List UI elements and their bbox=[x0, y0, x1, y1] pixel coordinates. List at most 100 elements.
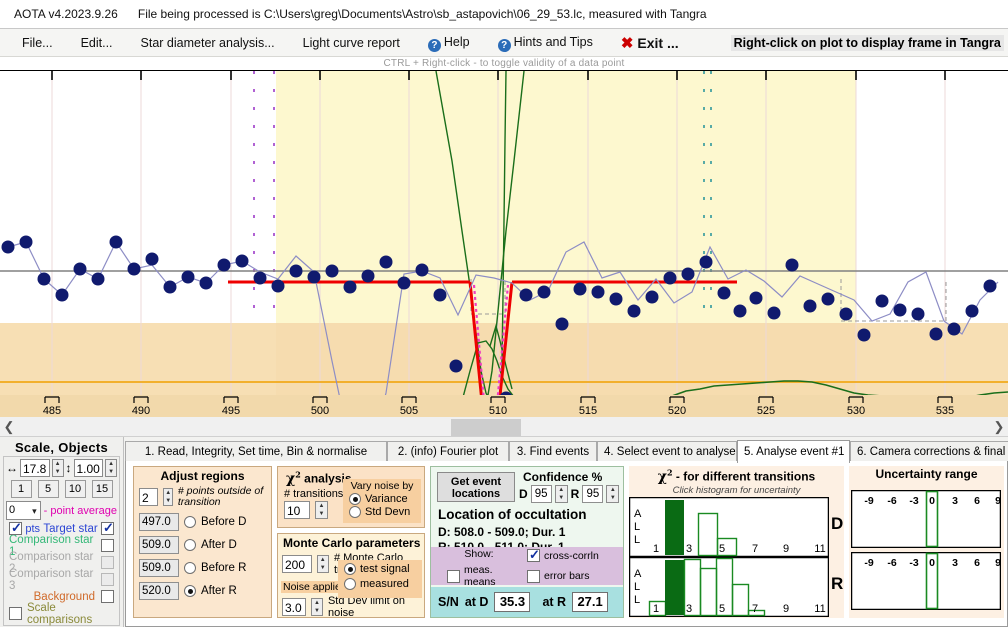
confidence-d-label: D bbox=[519, 487, 528, 501]
confidence-d-spinner[interactable]: ▲▼ bbox=[555, 485, 568, 503]
tab-read-integrity[interactable]: 1. Read, Integrity, Set time, Bin & norm… bbox=[125, 441, 387, 462]
menu-exit[interactable]: ✖Exit ... bbox=[613, 31, 687, 55]
std-dev-label: Std Dev limit on noise bbox=[328, 595, 424, 619]
comparison-star-1-checkbox[interactable] bbox=[101, 539, 114, 552]
variance-radio[interactable] bbox=[349, 493, 361, 505]
menu-edit[interactable]: Edit... bbox=[73, 33, 121, 53]
vary-noise-stddevn-row[interactable]: Std Devn bbox=[343, 505, 421, 518]
meas-means-checkbox[interactable] bbox=[447, 570, 460, 583]
ctrl-right-click-hint: CTRL + Right-click - to toggle validity … bbox=[0, 57, 1008, 70]
object-row-scale-comparisons[interactable]: Scale comparisons bbox=[6, 605, 117, 622]
points-outside-input[interactable]: 2 bbox=[139, 488, 158, 506]
uncertainty-histogram-R[interactable]: -9 -6 -3 0 3 6 9 bbox=[851, 552, 1001, 610]
test-signal-row[interactable]: test signal bbox=[338, 560, 422, 575]
chi2-hist-subtitle: Click histogram for uncertainty bbox=[629, 485, 844, 496]
target-star-checkbox[interactable] bbox=[101, 522, 114, 535]
scale-comparisons-checkbox[interactable] bbox=[9, 607, 22, 620]
error-bars-checkbox[interactable] bbox=[527, 570, 540, 583]
vary-noise-variance-row[interactable]: Variance bbox=[343, 492, 421, 505]
test-signal-label: test signal bbox=[360, 563, 410, 575]
mc-trials-input[interactable]: 200 bbox=[282, 555, 312, 573]
svg-text:5: 5 bbox=[719, 543, 725, 555]
mc-trials-spinner[interactable]: ▲▼ bbox=[317, 555, 329, 573]
confidence-d-input[interactable]: 95 bbox=[531, 485, 552, 503]
signal-to-noise-band: S/N at D 35.3 at R 27.1 bbox=[431, 587, 623, 617]
pts-checkbox[interactable] bbox=[9, 522, 22, 535]
measured-row[interactable]: measured bbox=[338, 575, 422, 590]
scale-row: ↔ 17.8 ▲▼ ↕ 1.00 ▲▼ bbox=[6, 459, 117, 477]
cross-corrln-checkbox[interactable] bbox=[527, 549, 540, 562]
meas-means-row[interactable]: meas. means bbox=[431, 564, 527, 588]
scroll-right-arrow[interactable]: ❯ bbox=[990, 419, 1008, 435]
tab-fourier-plot[interactable]: 2. (info) Fourier plot bbox=[387, 441, 509, 462]
menu-help[interactable]: ?Help bbox=[420, 32, 478, 53]
title-bar: AOTA v4.2023.9.26 File being processed i… bbox=[0, 0, 1008, 29]
tab-select-event[interactable]: 4. Select event to analyse bbox=[597, 441, 737, 462]
region-row-after-r[interactable]: 520.0 After R bbox=[134, 578, 271, 601]
before-r-radio[interactable] bbox=[184, 562, 196, 574]
after-d-value[interactable]: 509.0 bbox=[139, 536, 179, 554]
svg-text:6: 6 bbox=[974, 495, 980, 507]
menu-light-curve-report[interactable]: Light curve report bbox=[295, 33, 408, 53]
measured-radio[interactable] bbox=[344, 578, 356, 590]
monte-carlo-panel: Monte Carlo parameters 200 ▲▼ # Monte Ca… bbox=[277, 533, 425, 618]
zoom-btn-10[interactable]: 10 bbox=[65, 480, 86, 498]
std-dev-spinner[interactable]: ▲▼ bbox=[311, 598, 323, 616]
confidence-title: Confidence % bbox=[523, 470, 602, 484]
h-scale-spinner[interactable]: ▲▼ bbox=[52, 459, 64, 477]
svg-text:9: 9 bbox=[995, 495, 1001, 507]
zoom-btn-5[interactable]: 5 bbox=[38, 480, 59, 498]
background-checkbox[interactable] bbox=[101, 590, 114, 603]
confidence-r-spinner[interactable]: ▲▼ bbox=[606, 485, 619, 503]
after-d-radio[interactable] bbox=[184, 539, 196, 551]
before-d-value[interactable]: 497.0 bbox=[139, 513, 179, 531]
test-signal-radio[interactable] bbox=[344, 563, 356, 575]
light-curve-svg[interactable] bbox=[0, 71, 1008, 395]
std-dev-input[interactable]: 3.0 bbox=[282, 598, 306, 616]
uncertainty-histogram-D[interactable]: -9 -6 -3 0 3 6 9 bbox=[851, 490, 1001, 548]
horizontal-scrollbar[interactable]: ❮ ❯ bbox=[0, 417, 1008, 437]
location-d-line: D: 508.0 - 509.0; Dur. 1 bbox=[438, 525, 565, 539]
region-row-before-r[interactable]: 509.0 Before R bbox=[134, 555, 271, 578]
before-d-radio[interactable] bbox=[184, 516, 196, 528]
cross-corrln-row[interactable]: cross-corrln bbox=[527, 547, 599, 562]
confidence-row: D 95 ▲▼ R 95 ▲▼ bbox=[519, 485, 619, 503]
menu-file[interactable]: File... bbox=[14, 33, 61, 53]
confidence-r-input[interactable]: 95 bbox=[582, 485, 603, 503]
point-average-select[interactable]: 0 bbox=[6, 501, 41, 520]
svg-text:L: L bbox=[634, 594, 640, 606]
svg-text:520: 520 bbox=[668, 405, 686, 417]
location-of-occultation-title: Location of occultation bbox=[438, 507, 587, 522]
transitions-spinner[interactable]: ▲▼ bbox=[315, 501, 328, 519]
region-row-before-d[interactable]: 497.0 Before D bbox=[134, 509, 271, 532]
zoom-btn-15[interactable]: 15 bbox=[92, 480, 113, 498]
before-r-value[interactable]: 509.0 bbox=[139, 559, 179, 577]
v-scale-spinner[interactable]: ▲▼ bbox=[105, 459, 117, 477]
svg-text:-6: -6 bbox=[887, 495, 896, 507]
std-devn-radio[interactable] bbox=[349, 506, 361, 518]
noise-target-group: test signal measured bbox=[338, 560, 422, 598]
menu-star-diameter-analysis[interactable]: Star diameter analysis... bbox=[133, 33, 283, 53]
tab-analyse-event[interactable]: 5. Analyse event #1 bbox=[737, 440, 850, 463]
h-scale-input[interactable]: 17.8 bbox=[20, 459, 50, 477]
svg-text:510: 510 bbox=[489, 405, 507, 417]
chi2-histogram-D[interactable]: ALL 1 3 5 7 9 11 bbox=[629, 497, 829, 557]
get-event-locations-button[interactable]: Get event locations bbox=[437, 472, 515, 502]
v-scale-input[interactable]: 1.00 bbox=[74, 459, 104, 477]
tab-find-events[interactable]: 3. Find events bbox=[509, 441, 597, 462]
menu-hints-and-tips[interactable]: ?Hints and Tips bbox=[490, 32, 601, 53]
scrollbar-thumb[interactable] bbox=[451, 419, 522, 436]
after-r-value[interactable]: 520.0 bbox=[139, 582, 179, 600]
scroll-left-arrow[interactable]: ❮ bbox=[0, 419, 18, 435]
svg-text:-9: -9 bbox=[864, 495, 873, 507]
region-row-after-d[interactable]: 509.0 After D bbox=[134, 532, 271, 555]
error-bars-row[interactable]: error bars bbox=[527, 564, 590, 588]
transitions-input[interactable]: 10 bbox=[284, 501, 310, 519]
zoom-btn-1[interactable]: 1 bbox=[11, 480, 32, 498]
points-outside-spinner[interactable]: ▲▼ bbox=[163, 488, 172, 506]
tab-camera-corrections[interactable]: 6. Camera corrections & final times Even… bbox=[850, 441, 1008, 462]
after-r-radio[interactable] bbox=[184, 585, 196, 597]
scrollbar-track[interactable] bbox=[18, 417, 990, 437]
light-curve-plot[interactable] bbox=[0, 70, 1008, 395]
chi2-histogram-R[interactable]: ALL 1 3 5 7 9 11 bbox=[629, 557, 829, 617]
